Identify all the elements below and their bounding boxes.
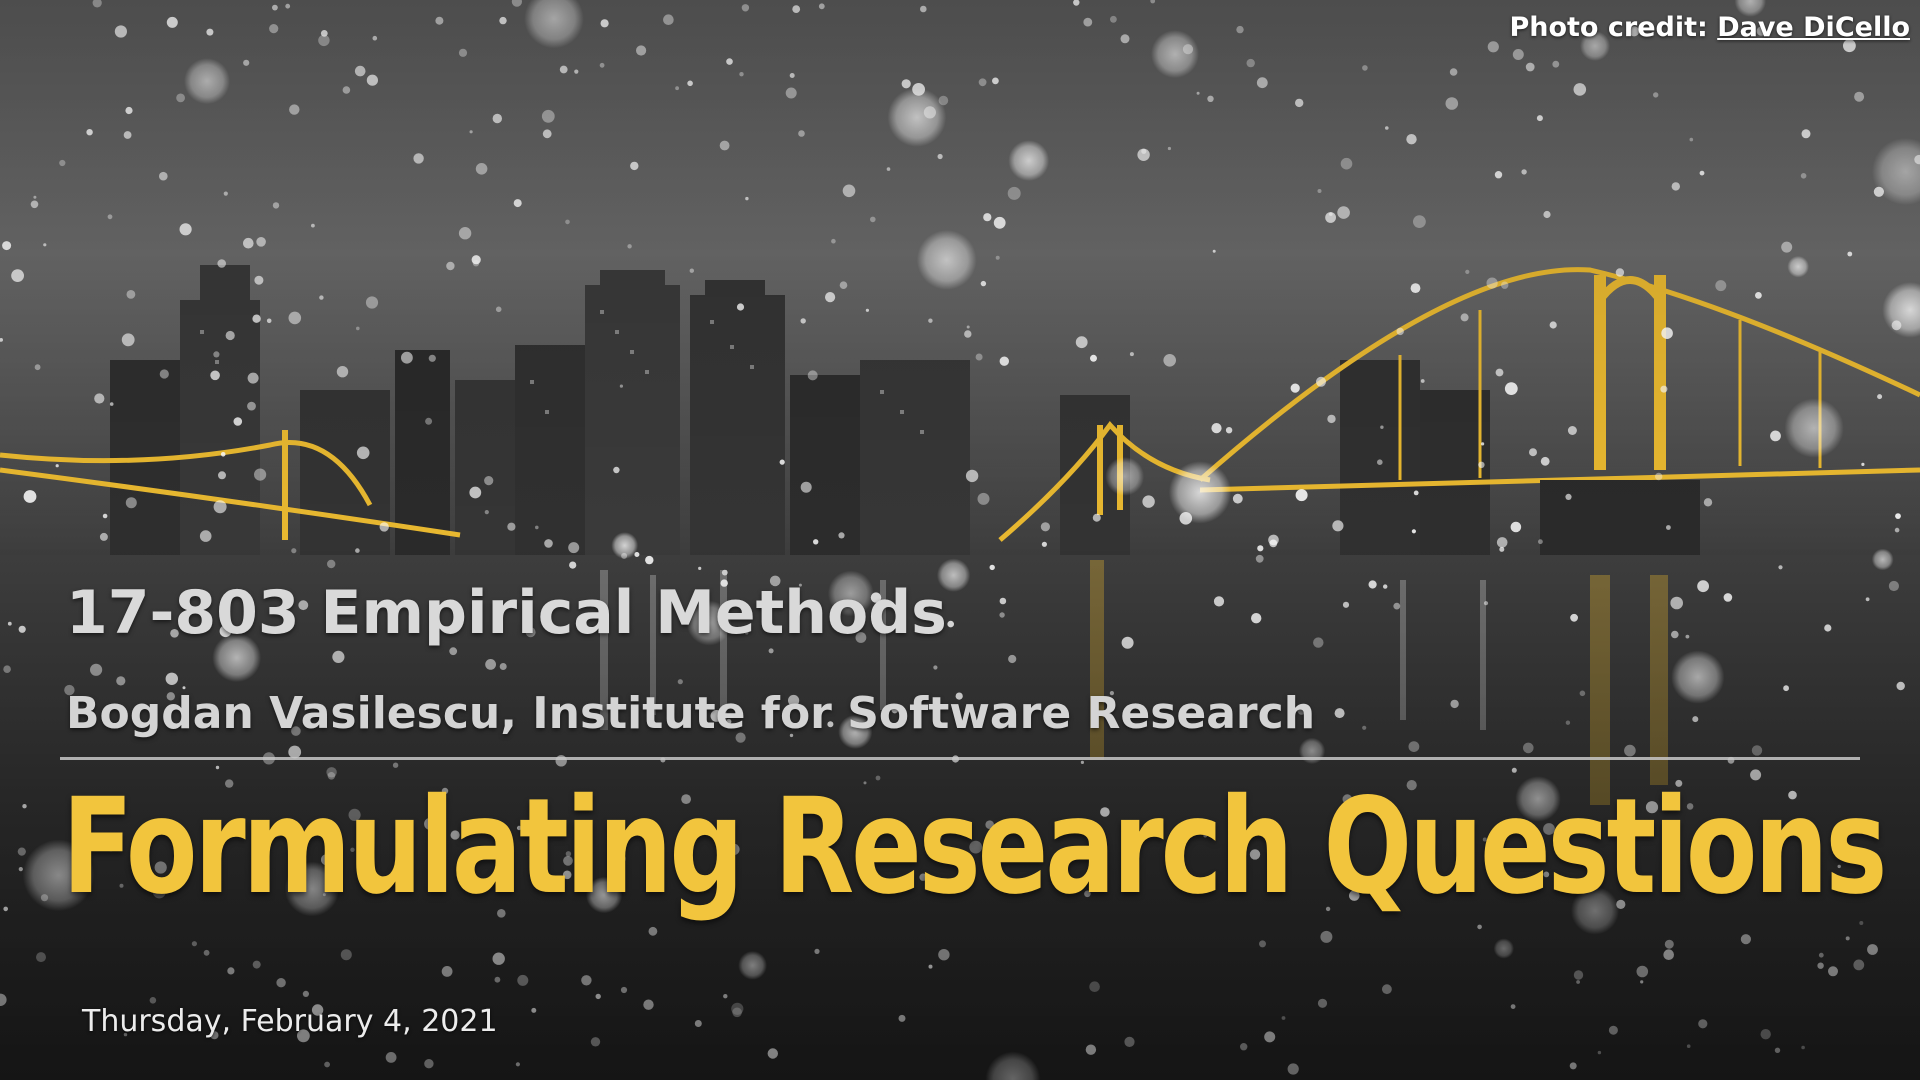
photo-credit-prefix: Photo credit: xyxy=(1509,12,1718,43)
lecture-title: Formulating Research Questions xyxy=(62,770,1887,924)
photo-credit: Photo credit: Dave DiCello xyxy=(1509,12,1910,43)
photo-credit-link[interactable]: Dave DiCello xyxy=(1717,12,1910,43)
divider-line xyxy=(60,757,1860,760)
author-affiliation: Bogdan Vasilescu, Institute for Software… xyxy=(66,688,1316,739)
lecture-date: Thursday, February 4, 2021 xyxy=(82,1004,498,1039)
title-slide: Photo credit: Dave DiCello 17-803 Empiri… xyxy=(0,0,1920,1080)
course-title: 17-803 Empirical Methods xyxy=(66,578,947,648)
